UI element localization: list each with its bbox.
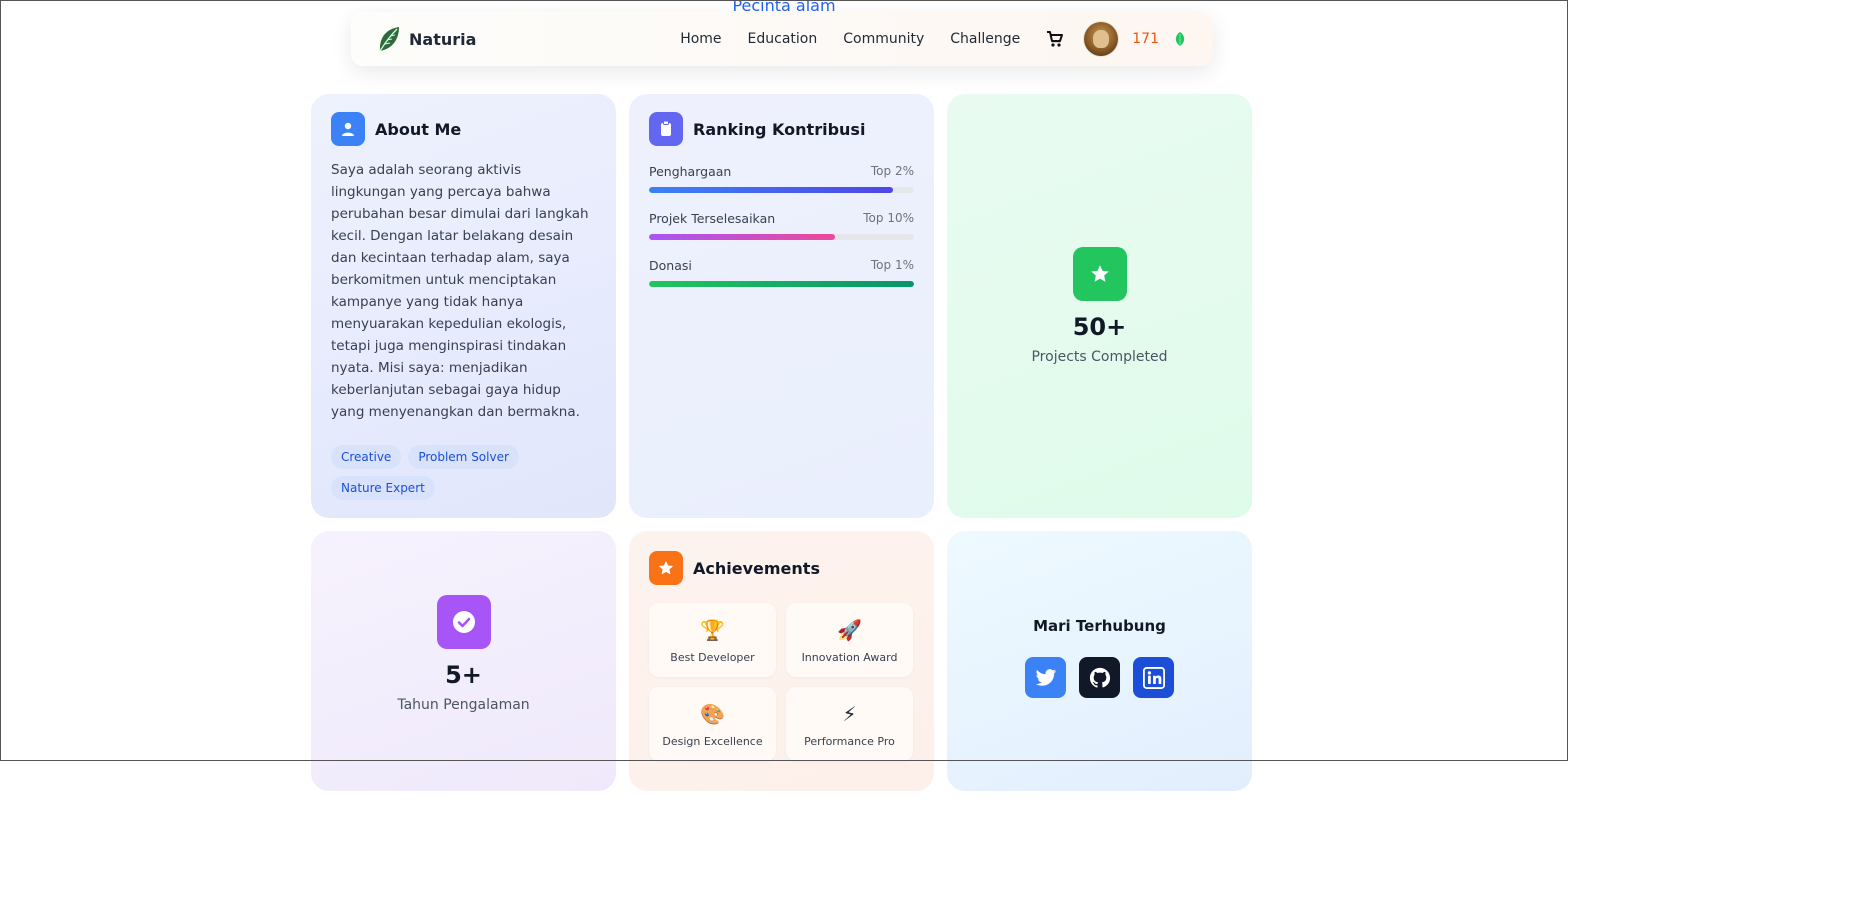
social-links: [1025, 657, 1174, 698]
rocket-icon: 🚀: [837, 617, 862, 642]
user-icon: [331, 112, 365, 146]
rank-item-projek: Projek Terselesaikan Top 10%: [649, 211, 914, 240]
projects-label: Projects Completed: [1031, 349, 1168, 365]
tag-list: Creative Problem Solver Nature Expert: [331, 445, 571, 500]
github-icon[interactable]: [1079, 657, 1120, 698]
achievement-item: 🚀 Innovation Award: [786, 603, 913, 677]
achievements-header: Achievements: [649, 551, 914, 585]
brand-name: Naturia: [409, 29, 477, 49]
star-icon: [1072, 247, 1127, 301]
trophy-icon: 🏆: [700, 617, 725, 642]
check-circle-icon: [436, 595, 491, 649]
achievements-grid: 🏆 Best Developer 🚀 Innovation Award 🎨 De…: [649, 603, 914, 761]
cart-icon[interactable]: [1046, 30, 1064, 48]
ranking-card: Ranking Kontribusi Penghargaan Top 2% Pr…: [629, 94, 934, 518]
achievement-item: 🎨 Design Excellence: [649, 687, 776, 761]
rank-item-donasi: Donasi Top 1%: [649, 258, 914, 287]
achievement-label: Performance Pro: [804, 734, 895, 748]
experience-label: Tahun Pengalaman: [397, 697, 530, 713]
avatar[interactable]: [1084, 22, 1119, 56]
leaf-icon: [1173, 31, 1187, 47]
achievement-label: Innovation Award: [801, 650, 898, 664]
progress-track: [649, 187, 914, 193]
progress-fill: [649, 234, 835, 240]
palette-icon: 🎨: [700, 701, 725, 726]
rank-value: Top 2%: [870, 164, 914, 178]
clipboard-icon: [649, 112, 683, 146]
leaf-icon: [377, 25, 401, 53]
progress-track: [649, 281, 914, 287]
ranking-title: Ranking Kontribusi: [693, 119, 866, 139]
points-count: 171: [1132, 31, 1159, 47]
achievement-item: ⚡ Performance Pro: [786, 687, 913, 761]
about-text: Saya adalah seorang aktivis lingkungan y…: [331, 162, 589, 420]
achievement-item: 🏆 Best Developer: [649, 603, 776, 677]
connect-title: Mari Terhubung: [1033, 617, 1166, 635]
achievement-label: Best Developer: [670, 650, 755, 664]
experience-card: 5+ Tahun Pengalaman: [311, 531, 616, 791]
progress-track: [649, 234, 914, 240]
rank-value: Top 10%: [863, 211, 914, 225]
nav-right: 171: [1046, 22, 1187, 56]
progress-fill: [649, 281, 914, 287]
connect-card: Mari Terhubung: [947, 531, 1252, 791]
achievements-title: Achievements: [693, 558, 820, 578]
star-icon: [649, 551, 683, 585]
ranking-header: Ranking Kontribusi: [649, 112, 914, 146]
nav-link-home[interactable]: Home: [680, 31, 721, 47]
rank-label: Projek Terselesaikan: [649, 211, 776, 226]
navbar: Naturia Home Education Community Challen…: [351, 12, 1213, 66]
tag-nature-expert: Nature Expert: [331, 476, 435, 500]
experience-years: 5+: [445, 661, 482, 689]
rank-value: Top 1%: [870, 258, 914, 272]
nav-links: Home Education Community Challenge: [680, 31, 1020, 47]
rank-label: Penghargaan: [649, 164, 732, 179]
rank-item-penghargaan: Penghargaan Top 2%: [649, 164, 914, 193]
about-card: About Me Saya adalah seorang aktivis lin…: [311, 94, 616, 518]
tag-creative: Creative: [331, 445, 402, 469]
rank-label: Donasi: [649, 258, 692, 273]
twitter-icon[interactable]: [1025, 657, 1066, 698]
achievement-label: Design Excellence: [662, 734, 763, 748]
lightning-icon: ⚡: [842, 701, 857, 726]
about-title: About Me: [375, 119, 462, 139]
nav-link-challenge[interactable]: Challenge: [950, 31, 1020, 47]
about-header: About Me: [331, 112, 596, 146]
nav-link-community[interactable]: Community: [843, 31, 924, 47]
progress-fill: [649, 187, 893, 193]
achievements-card: Achievements 🏆 Best Developer 🚀 Innovati…: [629, 531, 934, 791]
brand-logo[interactable]: Naturia: [377, 25, 476, 53]
tag-problem-solver: Problem Solver: [408, 445, 519, 469]
projects-card: 50+ Projects Completed: [947, 94, 1252, 518]
projects-count: 50+: [1072, 313, 1127, 341]
nav-link-education[interactable]: Education: [748, 31, 818, 47]
linkedin-icon[interactable]: [1133, 657, 1174, 698]
